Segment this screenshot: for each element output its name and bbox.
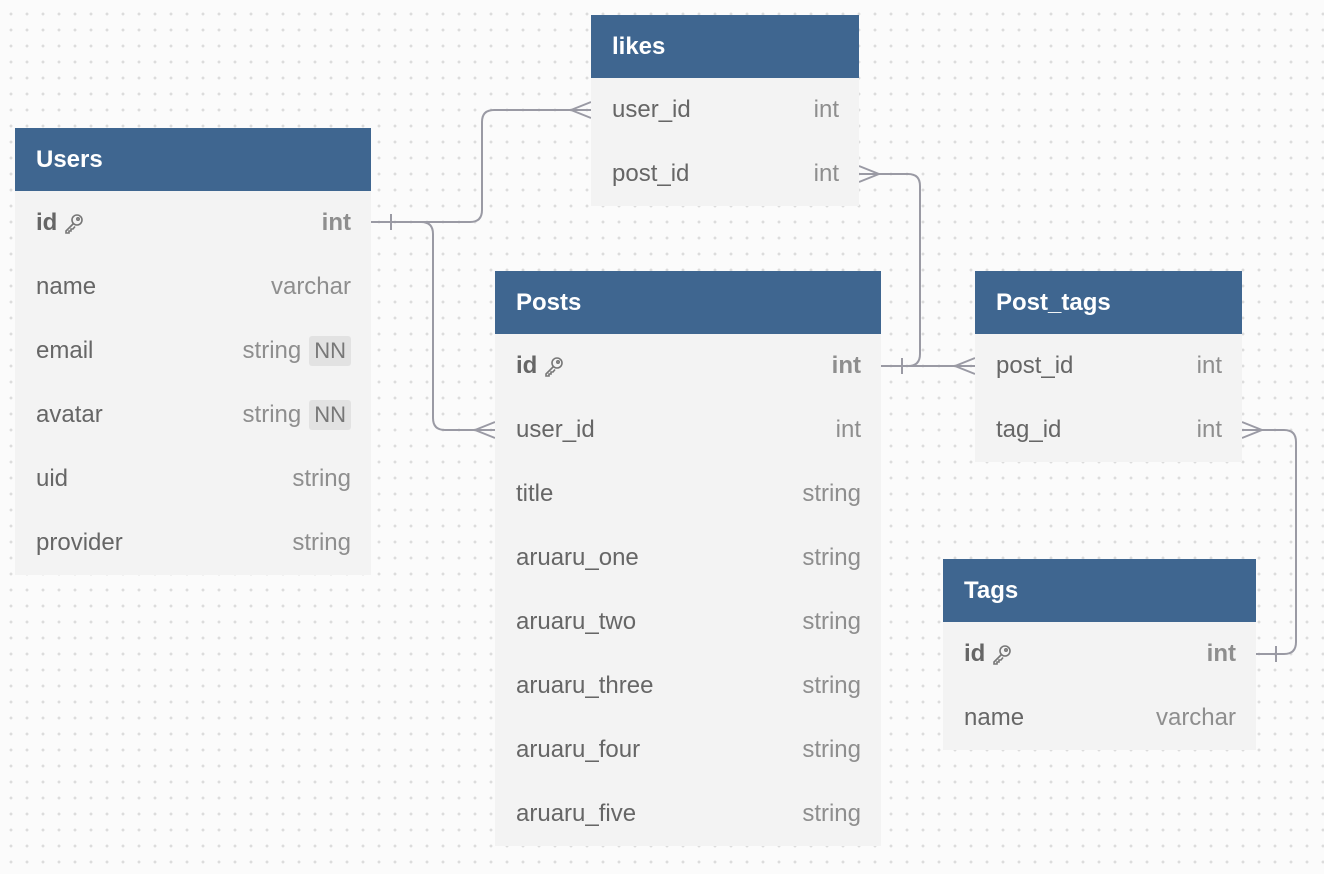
column-type: string [802,544,861,571]
column-name: aruaru_four [516,736,641,763]
table-header[interactable]: likes [591,15,859,78]
table-likes[interactable]: likes user_id int post_id int [591,15,859,206]
table-header[interactable]: Users [15,128,371,191]
column-row[interactable]: avatar string NN [15,383,371,447]
column-name: user_id [612,96,691,123]
column-type: int [813,160,839,187]
column-type: int [813,96,839,123]
column-name: id [964,640,986,667]
relation-posts-post-tags[interactable] [881,357,976,375]
column-type: int [1196,416,1222,443]
column-row[interactable]: user_id int [591,78,859,142]
column-name: id [516,352,538,379]
column-name: name [964,704,1025,731]
column-type: string [802,608,861,635]
table-post-tags[interactable]: Post_tags post_id int tag_id int [975,271,1242,462]
primary-key-icon [543,355,565,377]
table-header[interactable]: Post_tags [975,271,1242,334]
column-row[interactable]: user_id int [495,398,881,462]
column-row[interactable]: post_id int [591,142,859,206]
column-row[interactable]: aruaru_five string [495,782,881,846]
column-type: string [242,401,302,428]
column-type: string [292,529,351,556]
table-posts[interactable]: Posts id int user_id int title string aruaru_on… [495,271,881,846]
column-name: uid [36,465,69,492]
column-type: string [242,337,302,364]
column-row[interactable]: id int [943,622,1256,686]
column-type: string [802,672,861,699]
not-null-badge: NN [309,400,351,430]
column-name: title [516,480,554,507]
column-name: email [36,337,94,364]
column-type: string [802,736,861,763]
column-name: aruaru_three [516,672,654,699]
column-row[interactable]: email string NN [15,319,371,383]
column-name: id [36,209,58,236]
relation-users-likes[interactable] [371,101,592,230]
column-type: int [1206,640,1236,667]
primary-key-icon [63,212,85,234]
column-type: string [802,800,861,827]
table-header[interactable]: Tags [943,559,1256,622]
column-row[interactable]: aruaru_one string [495,526,881,590]
column-name: aruaru_one [516,544,639,571]
column-type: int [1196,352,1222,379]
column-type: varchar [270,273,351,300]
column-row[interactable]: post_id int [975,334,1242,398]
column-name: tag_id [996,416,1062,443]
column-type: int [321,209,351,236]
column-type: int [835,416,861,443]
column-type: varchar [1155,704,1236,731]
column-row[interactable]: name varchar [943,686,1256,750]
column-row[interactable]: aruaru_four string [495,718,881,782]
column-name: aruaru_five [516,800,637,827]
column-row[interactable]: name varchar [15,255,371,319]
primary-key-icon [991,643,1013,665]
table-tags[interactable]: Tags id int name varchar [943,559,1256,750]
column-name: post_id [996,352,1074,379]
table-users[interactable]: Users id int name varchar email string NN avatar… [15,128,371,575]
column-type: string [802,480,861,507]
column-row[interactable]: provider string [15,511,371,575]
column-type: int [831,352,861,379]
column-name: avatar [36,401,103,428]
column-row[interactable]: id int [15,191,371,255]
column-row[interactable]: aruaru_two string [495,590,881,654]
column-name: post_id [612,160,690,187]
column-row[interactable]: id int [495,334,881,398]
column-name: aruaru_two [516,608,637,635]
table-header[interactable]: Posts [495,271,881,334]
column-name: provider [36,529,123,556]
column-name: name [36,273,97,300]
column-name: user_id [516,416,595,443]
relation-users-posts[interactable] [371,221,496,439]
column-row[interactable]: tag_id int [975,398,1242,462]
column-row[interactable]: title string [495,462,881,526]
not-null-badge: NN [309,336,351,366]
column-row[interactable]: uid string [15,447,371,511]
column-type: string [292,465,351,492]
column-row[interactable]: aruaru_three string [495,654,881,718]
